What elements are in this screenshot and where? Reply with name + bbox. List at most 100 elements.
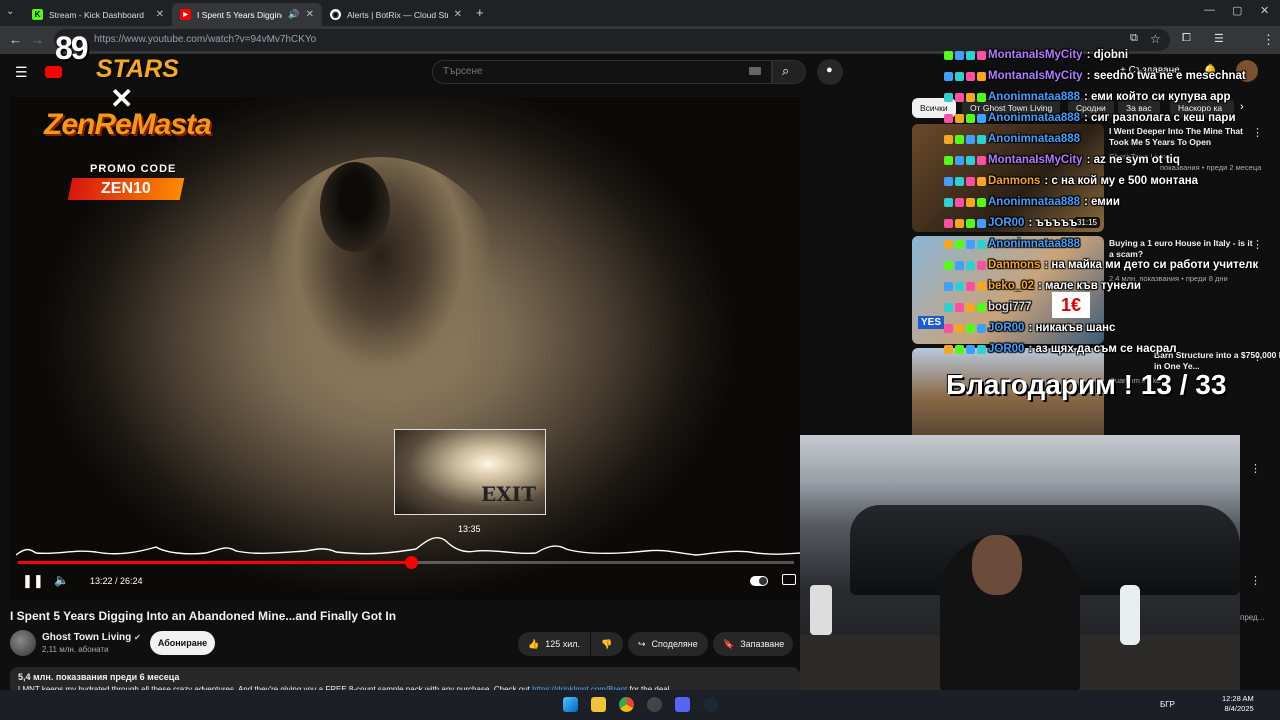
yes-badge: YES	[918, 316, 945, 329]
chat-badge-icon	[944, 323, 953, 333]
search-button[interactable]: ⌕	[772, 60, 806, 84]
clock-time: 12:28 AM	[1222, 694, 1254, 703]
seek-preview-thumbnail: EXIT	[394, 429, 546, 515]
recommended-title[interactable]: Buying a 1 euro House in Italy - is it a…	[1109, 238, 1259, 260]
channel-avatar[interactable]	[10, 630, 36, 656]
search-box[interactable]	[432, 60, 772, 84]
chat-badge-icon	[955, 92, 964, 102]
video-duration: 31:15	[1073, 217, 1100, 228]
tab-botrix-alerts[interactable]: ◉ Alerts | BotRix — Cloud Stream ✕	[322, 3, 470, 26]
chat-badge-icon	[955, 176, 964, 186]
webcam-bottle	[1120, 585, 1140, 645]
tab-search-icon[interactable]: ⌄	[6, 6, 14, 17]
extensions-icon[interactable]: ⧠	[1182, 32, 1191, 45]
tab-title: Stream - Kick Dashboard	[49, 9, 144, 20]
chat-username: bogi777	[988, 301, 1032, 313]
tab-youtube-video[interactable]: ▶ I Spent 5 Years Digging Into 🔊 ✕	[172, 3, 322, 26]
euro-sign-graphic: 1€	[1052, 292, 1090, 318]
chat-message-text: : мале къв тунели	[1038, 280, 1141, 292]
botrix-icon: ◉	[330, 9, 341, 20]
close-icon[interactable]: ✕	[454, 9, 462, 20]
chat-badge-icon	[977, 239, 986, 249]
chat-badge-icon	[966, 239, 975, 249]
more-options-icon[interactable]: ⋮	[1252, 238, 1263, 251]
chat-badge-icon	[955, 239, 964, 249]
more-options-icon[interactable]: ⋮	[1252, 350, 1263, 363]
chat-badge-icon	[955, 281, 964, 291]
autoplay-toggle[interactable]	[750, 576, 768, 586]
more-options-icon[interactable]: ⋮	[1252, 126, 1263, 139]
input-language[interactable]: БГР	[1160, 700, 1175, 709]
chrome-icon[interactable]	[619, 697, 634, 712]
chat-message: JOR00: никакъв шанс	[944, 321, 1115, 335]
chat-username: Anonimnataa888	[988, 238, 1081, 250]
system-clock[interactable]: 12:28 AM 8/4/2025	[1222, 694, 1254, 714]
youtube-logo-icon[interactable]	[45, 66, 62, 78]
channel-name-text: Ghost Town Living	[42, 632, 132, 643]
volume-icon[interactable]: 🔈	[54, 573, 69, 587]
speaker-icon[interactable]: 🔊	[288, 9, 299, 20]
close-icon[interactable]: ✕	[306, 9, 314, 20]
dislike-button[interactable]: 👎	[591, 632, 623, 656]
exit-sign: EXIT	[481, 482, 536, 506]
maximize-icon[interactable]: ▢	[1232, 4, 1242, 17]
recommended-title[interactable]: I Went Deeper Into The Mine That Took Me…	[1109, 126, 1259, 148]
like-button[interactable]: 👍 125 хил.	[518, 632, 590, 656]
webcam-container	[810, 585, 832, 635]
hamburger-menu-icon[interactable]: ☰	[15, 64, 28, 81]
chat-message-text: : на майка ми дето си работи учителк	[1044, 259, 1259, 271]
search-input[interactable]	[443, 66, 743, 77]
chat-message: MontanaIsMyCity: seedno twa ne e mesechn…	[944, 69, 1246, 83]
chat-message: Anonimnataa888	[944, 237, 1080, 251]
windows-start-icon[interactable]	[563, 697, 578, 712]
chat-message: beko_02: мале къв тунели	[944, 279, 1141, 293]
progress-scrubber-handle[interactable]	[404, 556, 418, 569]
chat-badge-icon	[977, 176, 986, 186]
chat-username: Danmons	[988, 175, 1041, 187]
close-icon[interactable]: ✕	[156, 9, 164, 20]
discord-icon[interactable]	[675, 697, 690, 712]
file-explorer-icon[interactable]	[591, 697, 606, 712]
chat-badge-icon	[944, 71, 953, 81]
progress-bar-played	[18, 561, 411, 564]
voice-search-button[interactable]: ●	[817, 59, 843, 85]
close-window-icon[interactable]: ✕	[1260, 4, 1269, 17]
chat-username: Anonimnataa888	[988, 196, 1081, 208]
channel-name[interactable]: Ghost Town Living ✔	[42, 632, 141, 643]
chat-badge-icon	[977, 281, 986, 291]
minimize-icon[interactable]: —	[1204, 4, 1215, 16]
share-button[interactable]: ↪ Споделяне	[628, 632, 708, 656]
install-icon[interactable]: ⧉	[1130, 32, 1138, 45]
steam-icon[interactable]	[703, 697, 718, 712]
chat-message: JOR00: аз щях да съм се насрал	[944, 342, 1177, 356]
subscribe-button[interactable]: Абониране	[150, 631, 215, 655]
chat-badge-icon	[977, 260, 986, 270]
views-and-date: 5,4 млн. показвания преди 6 месеца	[18, 672, 180, 682]
tab-manager-icon[interactable]: ☰	[1214, 32, 1224, 45]
chat-badge-icon	[977, 155, 986, 165]
save-label: Запазване	[740, 639, 785, 649]
chevron-right-icon[interactable]: ›	[1240, 101, 1244, 113]
save-button[interactable]: 🔖 Запазване	[713, 632, 793, 656]
video-frame-hole	[320, 162, 390, 252]
obs-icon[interactable]	[647, 697, 662, 712]
more-options-icon[interactable]: ⋮	[1250, 462, 1261, 475]
chat-badge-icon	[955, 197, 964, 207]
chat-badge-icon	[944, 344, 953, 354]
chat-message-text: : с на кой му е 500 монтана	[1044, 175, 1199, 187]
bookmark-star-icon[interactable]: ☆	[1150, 32, 1161, 46]
tab-kick-dashboard[interactable]: K Stream - Kick Dashboard ✕	[24, 3, 172, 26]
chat-message-text: : никакъв шанс	[1028, 322, 1116, 334]
more-options-icon[interactable]: ⋮	[1250, 574, 1261, 587]
bookmark-icon: 🔖	[723, 638, 735, 649]
chat-message-text: : az ne sym ot tiq	[1086, 154, 1180, 166]
menu-kebab-icon[interactable]: ⋮	[1262, 32, 1275, 48]
pause-button[interactable]: ❚❚	[22, 573, 44, 589]
keyboard-icon[interactable]	[749, 67, 761, 75]
forward-icon[interactable]: →	[31, 32, 44, 47]
chat-message-text: : seedno twa ne e mesechnat	[1086, 70, 1246, 82]
chat-message: Danmons: с на кой му е 500 монтана	[944, 174, 1198, 188]
subtitles-button[interactable]	[782, 574, 796, 585]
new-tab-icon[interactable]: +	[476, 5, 484, 20]
back-icon[interactable]: ←	[9, 32, 22, 47]
